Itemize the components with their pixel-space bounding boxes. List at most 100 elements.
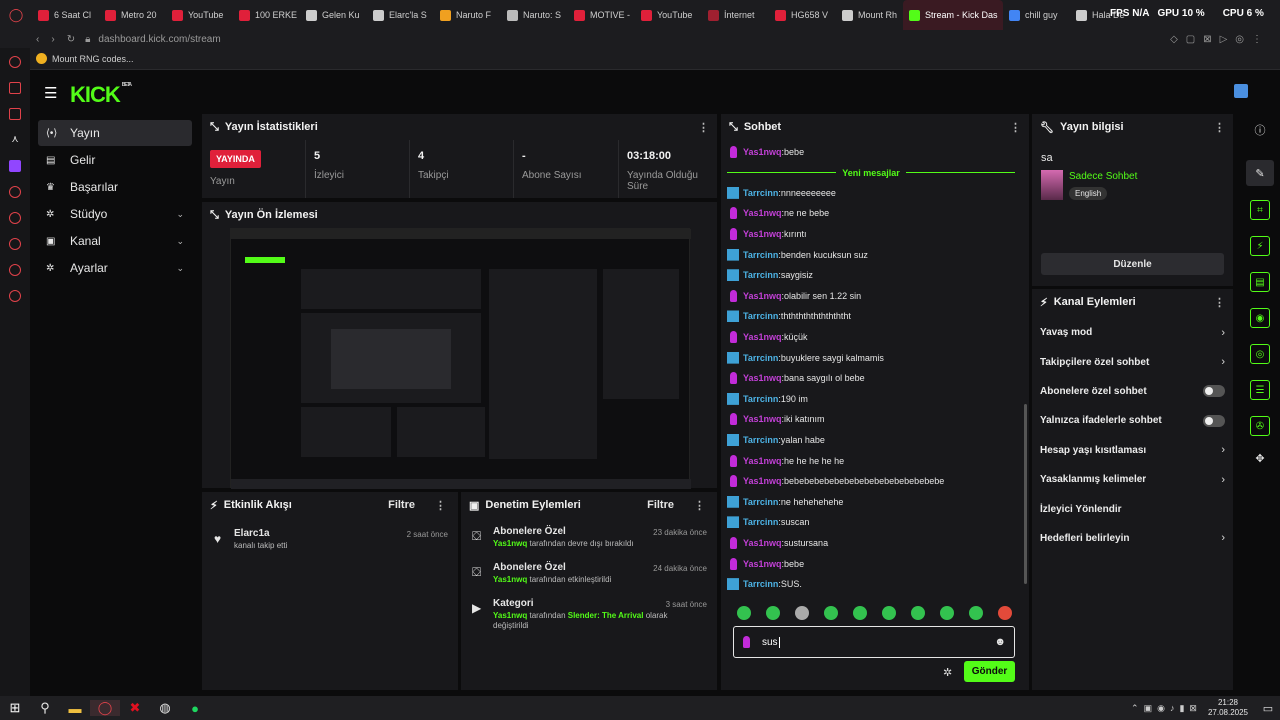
- chat-message[interactable]: Yas1nwq: iki katınım: [721, 409, 1021, 430]
- sidebar-item-1[interactable]: ▤ Gelir: [38, 147, 192, 173]
- sidebar-item-5[interactable]: ✲ Ayarlar ⌄: [38, 255, 192, 281]
- channel-action-item[interactable]: Hedefleri belirleyin ›: [1032, 524, 1233, 553]
- emote-icon[interactable]: [737, 606, 751, 620]
- sidebar-item-3[interactable]: ✲ Stüdyo ⌄: [38, 201, 192, 227]
- chat-message[interactable]: Tarrcinn: benden kucuksun suz: [721, 244, 1021, 265]
- browser-tab[interactable]: Naruto F: [434, 0, 501, 30]
- moderator-name[interactable]: Yas1nwq: [493, 611, 527, 620]
- browser-tab[interactable]: MOTIVE -: [568, 0, 635, 30]
- emote-icon[interactable]: [824, 606, 838, 620]
- twitch-icon[interactable]: [9, 160, 21, 172]
- chat-scrollbar[interactable]: [1024, 404, 1027, 584]
- toggle-switch[interactable]: [1203, 414, 1225, 427]
- browser-tab[interactable]: 100 ERKE: [233, 0, 300, 30]
- emote-icon[interactable]: [882, 606, 896, 620]
- channel-action-item[interactable]: Abonelere özel sohbet: [1032, 377, 1233, 406]
- url-field[interactable]: dashboard.kick.com/stream: [98, 34, 220, 45]
- forward-icon[interactable]: ›: [51, 34, 54, 45]
- broadcast-icon[interactable]: ◎: [1250, 344, 1270, 364]
- chat-username[interactable]: Yas1nwq: [743, 476, 782, 486]
- search-icon[interactable]: ⚲: [30, 700, 60, 716]
- sidebar-item-0[interactable]: ⟨•⟩ Yayın: [38, 120, 192, 146]
- chevron-down-icon[interactable]: ⌄: [176, 236, 184, 247]
- channel-action-item[interactable]: Yavaş mod ›: [1032, 318, 1233, 347]
- browser-tab[interactable]: Naruto: S: [501, 0, 568, 30]
- notification-icon[interactable]: ▭: [1256, 702, 1280, 715]
- chevron-right-icon[interactable]: ›: [1221, 327, 1225, 339]
- profile-avatar[interactable]: [1234, 84, 1248, 98]
- browser-tab[interactable]: chill guy: [1003, 0, 1070, 30]
- chat-username[interactable]: Tarrcinn: [743, 188, 778, 198]
- browser-tab[interactable]: Elarc'la S: [367, 0, 434, 30]
- chat-message[interactable]: Yas1nwq: ne ne bebe: [721, 203, 1021, 224]
- browser-tab[interactable]: Mount Rh: [836, 0, 903, 30]
- chat-bubble-icon[interactable]: ◉: [1250, 308, 1270, 328]
- moderator-name[interactable]: Yas1nwq: [493, 575, 527, 584]
- chat-message[interactable]: Tarrcinn: thththththththththt: [721, 306, 1021, 327]
- chat-username[interactable]: Yas1nwq: [743, 559, 782, 569]
- chat-message[interactable]: Tarrcinn: SUS.: [721, 574, 1021, 595]
- chat-message[interactable]: Yas1nwq: bebebebebebebebebebebebebebebeb…: [721, 471, 1021, 492]
- chat-input[interactable]: sus: [762, 637, 778, 648]
- browser-tab[interactable]: Gelen Ku: [300, 0, 367, 30]
- browser-tab[interactable]: Metro 20: [99, 0, 166, 30]
- rail-icon[interactable]: [9, 56, 21, 68]
- emote-icon[interactable]: [940, 606, 954, 620]
- sidebar-item-4[interactable]: ▣ Kanal ⌄: [38, 228, 192, 254]
- browser-menu-icon[interactable]: ◯: [0, 7, 32, 23]
- info-icon[interactable]: ⓘ: [1240, 122, 1280, 138]
- hamburger-menu-icon[interactable]: ☰: [44, 84, 57, 102]
- chevron-right-icon[interactable]: ›: [1221, 532, 1225, 544]
- stream-preview-video[interactable]: [230, 228, 691, 489]
- spotify-icon[interactable]: ●: [180, 701, 210, 716]
- browser-tab[interactable]: HG658 V: [769, 0, 836, 30]
- chat-settings-icon[interactable]: ✲: [943, 666, 952, 679]
- chat-username[interactable]: Tarrcinn: [743, 497, 778, 507]
- start-icon[interactable]: ⊞: [0, 700, 30, 716]
- emote-icon[interactable]: [766, 606, 780, 620]
- channel-action-item[interactable]: Yasaklanmış kelimeler ›: [1032, 465, 1233, 494]
- chat-username[interactable]: Yas1nwq: [743, 414, 782, 424]
- layers-icon[interactable]: ☰: [1250, 380, 1270, 400]
- edit-button[interactable]: Düzenle: [1041, 253, 1224, 275]
- chat-message[interactable]: Tarrcinn: suscan: [721, 512, 1021, 533]
- browser-tab[interactable]: İnternet: [702, 0, 769, 30]
- chat-username[interactable]: Yas1nwq: [743, 208, 782, 218]
- chat-username[interactable]: Tarrcinn: [743, 311, 778, 321]
- system-tray-icons[interactable]: ⌃▣◉♪▮⊠: [1131, 703, 1202, 714]
- opera-gx-icon[interactable]: ◯: [90, 700, 120, 716]
- clipboard-icon[interactable]: ▤: [1250, 272, 1270, 292]
- chevron-right-icon[interactable]: ›: [1221, 444, 1225, 456]
- chat-username[interactable]: Tarrcinn: [743, 517, 778, 527]
- chat-message[interactable]: Yas1nwq: küçük: [721, 327, 1021, 348]
- more-options-icon[interactable]: ⋮: [698, 121, 709, 134]
- emote-icon[interactable]: [998, 606, 1012, 620]
- rail-icon[interactable]: [9, 108, 21, 120]
- chat-username[interactable]: Tarrcinn: [743, 394, 778, 404]
- emote-icon[interactable]: [853, 606, 867, 620]
- chat-message[interactable]: Yas1nwq: olabilir sen 1.22 sin: [721, 286, 1021, 307]
- rail-icon[interactable]: [9, 212, 21, 224]
- chevron-down-icon[interactable]: ⌄: [176, 209, 184, 220]
- chat-username[interactable]: Tarrcinn: [743, 435, 778, 445]
- chat-username[interactable]: Yas1nwq: [743, 373, 782, 383]
- pencil-icon[interactable]: ✎: [1246, 160, 1274, 186]
- chat-input-box[interactable]: sus ☻: [733, 626, 1015, 658]
- chat-message[interactable]: Tarrcinn: nnneeeeeeee: [721, 183, 1021, 204]
- activity-filter-button[interactable]: Filtre: [388, 499, 415, 511]
- kick-logo[interactable]: KICK BETA: [70, 82, 132, 108]
- chat-message[interactable]: Yas1nwq: kırıntı: [721, 224, 1021, 245]
- moderator-name[interactable]: Yas1nwq: [493, 539, 527, 548]
- more-options-icon[interactable]: ⋮: [435, 499, 446, 512]
- category-link[interactable]: Slender: The Arrival: [568, 611, 644, 620]
- chat-username[interactable]: Yas1nwq: [743, 456, 782, 466]
- more-options-icon[interactable]: ⋮: [1010, 121, 1021, 134]
- sidebar-item-2[interactable]: ♛ Başarılar: [38, 174, 192, 200]
- browser-toolbar-icons[interactable]: ◇▢⊠▷◎⋮: [1170, 34, 1270, 45]
- channel-action-item[interactable]: Yalnızca ifadelerle sohbet: [1032, 406, 1233, 435]
- browser-tab[interactable]: 6 Saat Cl: [32, 0, 99, 30]
- emote-icon[interactable]: [969, 606, 983, 620]
- clock[interactable]: 21:28 27.08.2025: [1208, 698, 1248, 718]
- chevron-right-icon[interactable]: ›: [1221, 474, 1225, 486]
- file-explorer-icon[interactable]: ▬: [60, 701, 90, 716]
